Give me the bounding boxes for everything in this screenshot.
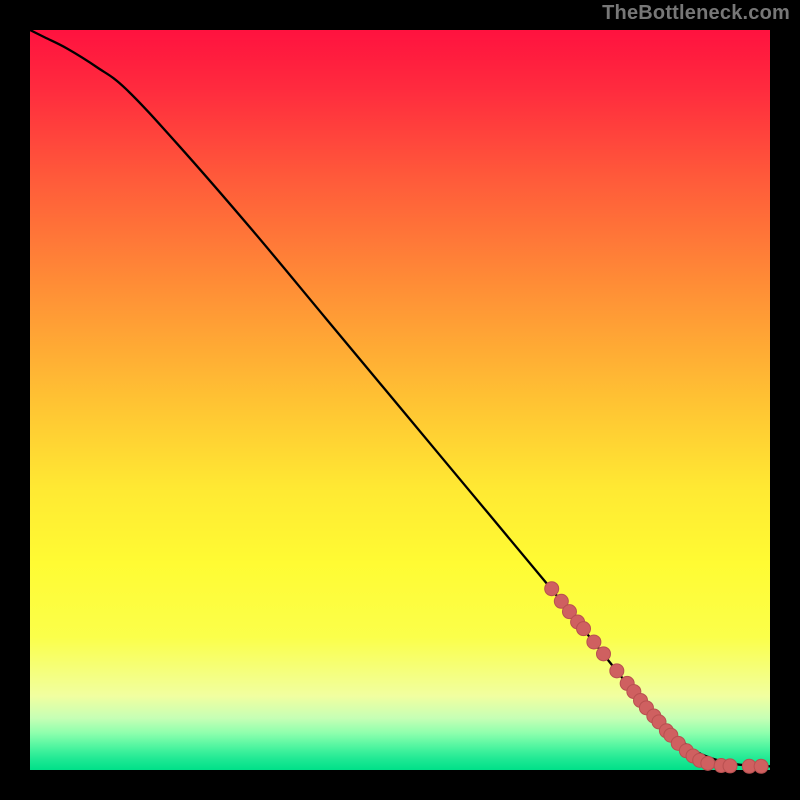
data-marker [587, 635, 601, 649]
bottleneck-curve [30, 30, 770, 766]
data-marker [597, 647, 611, 661]
data-marker [723, 759, 737, 773]
plot-area [30, 30, 770, 770]
data-marker [754, 759, 768, 773]
data-marker [610, 664, 624, 678]
attribution-label: TheBottleneck.com [602, 2, 790, 25]
marker-layer [545, 582, 768, 774]
data-marker [545, 582, 559, 596]
curve-overlay [30, 30, 770, 770]
chart-stage: TheBottleneck.com [0, 0, 800, 800]
data-marker [577, 622, 591, 636]
data-marker [701, 756, 715, 770]
